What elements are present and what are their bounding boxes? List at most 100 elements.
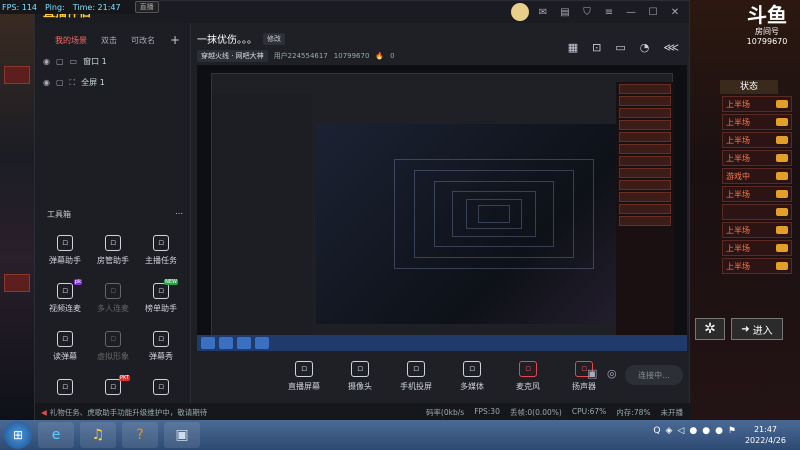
maximize-icon[interactable]: ☐ (647, 6, 659, 18)
ie-icon[interactable]: e (38, 422, 74, 448)
avatar[interactable] (511, 3, 529, 21)
danmu-icon: ▫ (57, 235, 73, 251)
screen-icon[interactable]: ▭ (615, 41, 625, 54)
action-label: 摄像头 (348, 382, 372, 391)
action-speaker-button[interactable]: ▫ 扬声器 (563, 361, 605, 392)
flag-icon[interactable]: ⚑ (728, 426, 736, 436)
game-left-banner-icon (4, 66, 30, 84)
danmu-show-icon: ▫ (153, 331, 169, 347)
scene-tabs: 我的场景 双击 可改名 + (35, 23, 190, 51)
eye-icon[interactable]: ◉ (43, 57, 50, 66)
bell-icon[interactable]: ◔ (640, 41, 650, 54)
gift-icon[interactable]: ▦ (568, 41, 578, 54)
music-app-icon[interactable]: ♫ (80, 422, 116, 448)
action-camera-button[interactable]: ▫ 摄像头 (339, 361, 381, 392)
volume-icon[interactable]: ◁ (677, 426, 684, 436)
media-icon: ▫ (463, 361, 481, 377)
status-row: 上半场 (722, 132, 792, 148)
fire-icon: 🔥 (375, 52, 385, 60)
eye-icon[interactable]: ◉ (43, 78, 50, 87)
share-icon[interactable]: ⋘ (663, 41, 679, 54)
action-phone-cast-button[interactable]: ▫ 手机投屏 (395, 361, 437, 392)
shirt-icon[interactable]: ⛉ (581, 6, 593, 18)
toolbox-item-label: 弹幕秀 (149, 352, 173, 361)
toolbox-item[interactable]: ▫ 房管助手 (89, 235, 137, 275)
status-row: 游戏中 (722, 168, 792, 184)
task-icon: ▫ (153, 235, 169, 251)
room-id: 10799670 (333, 52, 370, 60)
cpu-usage: CPU:67% (571, 406, 607, 416)
start-button[interactable]: ⊞ (4, 421, 32, 449)
preview-nested-sidebar (212, 94, 312, 344)
hud-time: Time: 21:47 (72, 2, 121, 12)
rank-icon: ▫ NEW (153, 279, 178, 299)
toolbox-header: 工具箱 ⋯ (47, 209, 183, 220)
key-icon (776, 190, 788, 198)
user-admin-icon: ▫ (105, 235, 121, 251)
toolbox-item[interactable]: ▫ 多人连麦 (89, 283, 137, 323)
taskbar-clock[interactable]: 21:47 2022/4/26 (745, 424, 786, 446)
menu-icon[interactable]: ≡ (603, 6, 615, 18)
app-orange-icon[interactable]: ? (122, 422, 158, 448)
taskbar-date: 2022/4/26 (744, 436, 786, 445)
status-row: 上半场 (722, 240, 792, 256)
more-icon[interactable]: ⋯ (175, 209, 183, 220)
qq-icon[interactable]: ● (715, 426, 723, 436)
toolbox-item[interactable]: ▫ 主播任务 (137, 235, 185, 275)
more-tool-icon: ▫ (57, 379, 73, 395)
toolbox-title: 工具箱 (47, 210, 71, 219)
lock-icon[interactable]: ▢ (56, 78, 64, 87)
add-scene-icon[interactable]: + (170, 33, 180, 47)
search-icon[interactable]: Q (653, 426, 660, 436)
lock-icon[interactable]: ▢ (56, 57, 64, 66)
qq-icon[interactable]: ● (702, 426, 710, 436)
action-media-button[interactable]: ▫ 多媒体 (451, 361, 493, 392)
game-hud: FPS: 114 Ping: Time: 21:47 直播 (0, 0, 159, 14)
lock-icon[interactable]: ⊡ (592, 41, 601, 54)
game-settings-button[interactable]: ✲ (695, 318, 725, 340)
toolbox-item-label: 主播任务 (145, 256, 177, 265)
download-tool-icon: ▫ (153, 379, 169, 395)
close-icon[interactable]: ✕ (669, 6, 681, 18)
wardrobe-icon[interactable]: ▤ (559, 6, 571, 18)
record-icon[interactable]: ▣ (587, 367, 597, 380)
status-row (722, 204, 792, 220)
gear-icon: ✲ (704, 321, 716, 337)
scene-item[interactable]: ◉ ▢ ▭ 窗口 1 (35, 51, 190, 72)
douyu-logo-text: 斗鱼 (747, 3, 787, 27)
game-category-chip[interactable]: 穿越火线 · 网吧大神 (197, 50, 268, 62)
tab-rename[interactable]: 可改名 (131, 35, 155, 46)
action-microphone-button[interactable]: ▫ 麦克风 (507, 361, 549, 392)
mail-icon[interactable]: ✉ (537, 6, 549, 18)
preview-toggle-icon[interactable]: ◎ (607, 367, 617, 380)
tab-my-scene[interactable]: 我的场景 (55, 35, 87, 46)
action-screen-share-button[interactable]: ▫ 直播屏幕 (283, 361, 325, 392)
game-background-left (0, 14, 34, 420)
qq-icon[interactable]: ● (689, 426, 697, 436)
network-icon[interactable]: ◈ (666, 426, 673, 436)
key-icon (776, 208, 788, 216)
toolbox-item[interactable]: ▫ 虚拟形象 (89, 331, 137, 371)
window-icon: ▭ (69, 57, 78, 66)
toolbox-item-label: 多人连麦 (97, 304, 129, 313)
status-message: 礼物任务、虎歌助手功能升级维护中，敬请期待 (49, 407, 208, 417)
stream-preview[interactable] (197, 65, 687, 351)
toolbox-item[interactable]: ▫ 弹幕助手 (41, 235, 89, 275)
key-icon (776, 100, 788, 108)
tool-badge: NEW (164, 279, 178, 285)
tab-double-click[interactable]: 双击 (101, 35, 117, 46)
live-app-icon[interactable]: ▣ (164, 422, 200, 448)
start-live-button[interactable]: 连接中... (625, 365, 683, 385)
minimize-icon[interactable]: — (625, 6, 637, 18)
modify-button[interactable]: 修改 (263, 32, 285, 45)
toolbox-item[interactable]: ▫ pk 视频连麦 (41, 279, 89, 323)
preview-game-panel (616, 82, 674, 351)
scene-item[interactable]: ◉ ▢ ⛶ 全屏 1 (35, 72, 190, 93)
game-left-banner-icon (4, 274, 30, 292)
game-enter-button[interactable]: ➜ 进入 (731, 318, 783, 340)
toolbox-item[interactable]: ▫ 弹幕秀 (137, 331, 185, 371)
toolbox-grid: ▫ 弹幕助手 ▫ 房管助手 ▫ 主播任务 ▫ pk 视频连麦 ▫ 多人连麦 ▫ NEW 榜单助手 ▫ 读弹幕 ▫… (41, 235, 185, 419)
fullscreen-icon: ⛶ (69, 77, 76, 87)
toolbox-item[interactable]: ▫ 读弹幕 (41, 331, 89, 371)
toolbox-item[interactable]: ▫ NEW 榜单助手 (137, 279, 185, 323)
